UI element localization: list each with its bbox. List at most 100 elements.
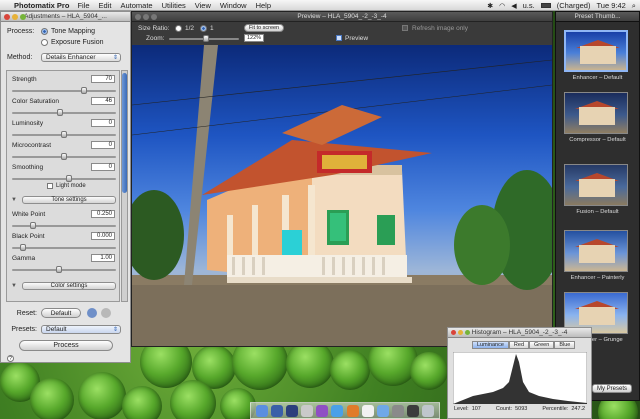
aperture-icon[interactable] [407, 404, 420, 417]
luminosity-slider[interactable] [12, 131, 116, 138]
my-presets-button[interactable]: My Presets [592, 384, 632, 393]
menu-automate[interactable]: Automate [120, 1, 152, 10]
preview-icon[interactable] [301, 404, 314, 417]
help-icon[interactable]: ? [7, 355, 14, 362]
preview-close-icon[interactable] [135, 14, 141, 20]
strength-slider[interactable] [12, 87, 116, 94]
ratio-full-label[interactable]: 1 [210, 25, 214, 32]
trash-icon[interactable] [422, 404, 435, 417]
preview-zoom-icon[interactable] [151, 14, 157, 20]
calendar-icon[interactable] [361, 404, 374, 417]
presets-titlebar[interactable]: Preset Thumb... [556, 12, 639, 22]
saturation-slider[interactable] [12, 109, 116, 116]
tab-green[interactable]: Green [529, 341, 555, 349]
menu-window[interactable]: Window [220, 1, 247, 10]
method-select[interactable]: Details Enhancer [41, 53, 121, 62]
reset-redo-icon[interactable] [101, 308, 111, 318]
luminosity-field[interactable]: 0 [91, 119, 115, 127]
tone-mapping-label[interactable]: Tone Mapping [51, 28, 95, 35]
refresh-image-only-checkbox[interactable] [402, 25, 408, 31]
white-point-slider[interactable] [12, 222, 116, 229]
zoom-knob[interactable] [203, 35, 209, 42]
firefox-icon[interactable] [346, 404, 359, 417]
color-settings-disclosure-icon[interactable]: ▼ [11, 283, 17, 289]
preset-thumb-enhancer-default[interactable] [564, 30, 628, 72]
ratio-full-radio[interactable] [200, 25, 207, 32]
reset-default-button[interactable]: Default [41, 308, 81, 318]
photoshop-icon[interactable] [285, 404, 298, 417]
preset-thumb-enhancer-painterly[interactable] [564, 230, 628, 272]
minimize-icon[interactable] [12, 14, 18, 20]
battery-status[interactable]: (Charged) [557, 1, 591, 10]
histogram-zoom-icon[interactable] [465, 330, 470, 335]
input-source-label[interactable]: u.s. [523, 1, 535, 10]
smoothing-slider[interactable] [12, 175, 116, 182]
smoothing-field[interactable]: 0 [91, 163, 115, 171]
black-point-knob[interactable] [19, 244, 26, 251]
refresh-image-only-label[interactable]: Refresh image only [412, 25, 468, 32]
histogram-minimize-icon[interactable] [458, 330, 463, 335]
menu-app-name[interactable]: Photomatix Pro [14, 1, 69, 10]
smoothing-knob[interactable] [65, 175, 72, 182]
mail-icon[interactable] [376, 404, 389, 417]
zoom-value[interactable]: 122% [244, 34, 264, 42]
settings-scrollbar[interactable] [121, 70, 128, 302]
light-mode-label[interactable]: Light mode [56, 183, 86, 189]
saturation-knob[interactable] [57, 109, 64, 116]
preset-thumb-compressor-default[interactable] [564, 92, 628, 134]
black-point-slider[interactable] [12, 244, 116, 251]
menu-view[interactable]: View [195, 1, 211, 10]
itunes-icon[interactable] [316, 404, 329, 417]
preview-image[interactable] [132, 45, 552, 346]
white-point-knob[interactable] [29, 222, 36, 229]
gamma-slider[interactable] [12, 266, 116, 273]
strength-field[interactable]: 70 [91, 75, 115, 83]
microcontrast-field[interactable]: 0 [91, 141, 115, 149]
white-point-field[interactable]: 0.250 [91, 210, 115, 218]
tab-red[interactable]: Red [508, 341, 530, 349]
tab-luminance[interactable]: Luminance [472, 341, 509, 349]
process-button[interactable]: Process [19, 340, 113, 351]
lightroom-icon[interactable] [270, 404, 283, 417]
preview-titlebar[interactable]: Preview – HLA_5904_-2_-3_-4 [132, 12, 552, 22]
battery-icon[interactable] [540, 3, 551, 8]
menu-file[interactable]: File [77, 1, 89, 10]
color-settings-button[interactable]: Color settings [22, 282, 116, 290]
preview-minimize-icon[interactable] [143, 14, 149, 20]
bluetooth-icon[interactable]: ✱ [487, 2, 493, 10]
gamma-field[interactable]: 1.00 [91, 254, 115, 262]
wifi-icon[interactable]: ◠ [499, 2, 505, 10]
menu-help[interactable]: Help [256, 1, 271, 10]
tone-mapping-radio[interactable] [41, 28, 48, 35]
gamma-knob[interactable] [56, 266, 63, 273]
microcontrast-knob[interactable] [61, 153, 67, 160]
fit-to-screen-button[interactable]: Fit to screen [244, 24, 284, 32]
finder-icon[interactable] [255, 404, 268, 417]
spotlight-icon[interactable]: ⌕ [632, 1, 636, 11]
strength-knob[interactable] [80, 87, 87, 94]
settings-scroll-area[interactable]: Strength 70 Color Saturation 46 Luminosi… [6, 70, 120, 302]
saturation-field[interactable]: 46 [91, 97, 115, 105]
light-mode-checkbox[interactable] [47, 183, 53, 189]
exposure-fusion-label[interactable]: Exposure Fusion [51, 39, 104, 46]
reset-undo-icon[interactable] [87, 308, 97, 318]
volume-icon[interactable]: ◀ [511, 2, 516, 10]
histogram-titlebar[interactable]: Histogram – HLA_5904_-2_-3_-4 [448, 328, 591, 338]
preview-checkbox[interactable] [336, 35, 342, 41]
menu-edit[interactable]: Edit [99, 1, 112, 10]
tone-settings-disclosure-icon[interactable]: ▼ [11, 197, 17, 203]
exposure-fusion-radio[interactable] [41, 39, 48, 46]
preset-thumb-fusion-default[interactable] [564, 164, 628, 206]
zoom-icon[interactable] [20, 14, 26, 20]
adjustments-titlebar[interactable]: Adjustments – HLA_5904_... [1, 12, 130, 22]
histogram-close-icon[interactable] [451, 330, 456, 335]
ratio-half-radio[interactable] [175, 25, 182, 32]
system-prefs-icon[interactable] [391, 404, 404, 417]
menu-utilities[interactable]: Utilities [162, 1, 186, 10]
tab-blue[interactable]: Blue [554, 341, 576, 349]
presets-select[interactable]: Default [41, 325, 121, 334]
zoom-slider[interactable] [169, 35, 239, 42]
clock[interactable]: Tue 9:42 [596, 1, 625, 10]
preview-checkbox-label[interactable]: Preview [345, 35, 368, 42]
black-point-field[interactable]: 0.000 [91, 232, 115, 240]
